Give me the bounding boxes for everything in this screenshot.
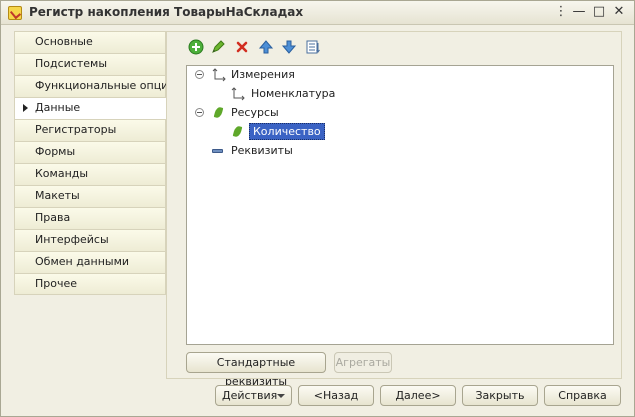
tree-node-label: Ресурсы <box>231 106 279 119</box>
maximize-icon[interactable]: □ <box>591 4 607 20</box>
minimize-icon[interactable]: — <box>571 4 587 20</box>
tab-label: Формы <box>35 145 76 158</box>
help-button[interactable]: Справка <box>544 385 621 406</box>
tree-node-quantity[interactable]: Количество <box>187 123 587 141</box>
dimension-axis-icon <box>231 87 245 101</box>
tab-rights[interactable]: Права <box>14 207 166 229</box>
tree-node-label: Реквизиты <box>231 144 293 157</box>
back-button[interactable]: <Назад <box>298 385 374 406</box>
tree-node-nomenclature[interactable]: Номенклатура <box>187 85 587 103</box>
tab-label: Команды <box>35 167 89 180</box>
sort-list-icon[interactable] <box>305 39 323 57</box>
tab-label: Интерфейсы <box>35 233 109 246</box>
tree-node-label: Номенклатура <box>251 87 336 100</box>
tree-node-resources[interactable]: Ресурсы <box>187 104 587 122</box>
chevron-down-icon <box>277 394 285 398</box>
tab-commands[interactable]: Команды <box>14 163 166 185</box>
edit-icon[interactable] <box>210 39 228 57</box>
tab-subsystems[interactable]: Подсистемы <box>14 53 166 75</box>
tab-data[interactable]: Данные <box>14 97 167 119</box>
move-down-icon[interactable] <box>281 39 299 57</box>
resource-icon <box>213 106 224 119</box>
section-tabs: Основные Подсистемы Функциональные опции… <box>14 31 175 295</box>
dimension-axis-icon <box>212 68 226 82</box>
close-icon[interactable]: ✕ <box>611 4 627 20</box>
tab-interfaces[interactable]: Интерфейсы <box>14 229 166 251</box>
resource-icon <box>232 125 243 138</box>
tab-label: Функциональные опции <box>35 79 176 92</box>
move-up-icon[interactable] <box>258 39 276 57</box>
collapse-toggle-icon[interactable] <box>195 70 204 79</box>
tab-label: Обмен данными <box>35 255 130 268</box>
tab-label: Прочее <box>35 277 78 290</box>
actions-menu-button[interactable]: Действия <box>215 385 292 406</box>
close-button[interactable]: Закрыть <box>462 385 538 406</box>
register-icon <box>8 6 22 20</box>
tree-node-label: Измерения <box>231 68 295 81</box>
tab-registrators[interactable]: Регистраторы <box>14 119 166 141</box>
tab-label: Подсистемы <box>35 57 108 70</box>
data-structure-tree[interactable]: Измерения Номенклатура Ресурсы Количеств… <box>186 65 614 345</box>
active-tab-arrow-icon <box>23 104 28 112</box>
tab-label: Макеты <box>35 189 80 202</box>
tree-node-dimensions[interactable]: Измерения <box>187 66 587 84</box>
collapse-toggle-icon[interactable] <box>195 108 204 117</box>
tab-other[interactable]: Прочее <box>14 273 166 295</box>
delete-icon[interactable] <box>234 39 252 57</box>
tab-label: Данные <box>35 101 81 114</box>
window-title: Регистр накопления ТоварыНаСкладах <box>29 5 304 19</box>
more-menu-icon[interactable]: ⋮ <box>553 4 569 20</box>
tab-label: Основные <box>35 35 93 48</box>
aggregates-button[interactable]: Агрегаты <box>334 352 392 373</box>
register-window: Регистр накопления ТоварыНаСкладах ⋮ — □… <box>0 0 635 417</box>
title-bar: Регистр накопления ТоварыНаСкладах ⋮ — □… <box>1 1 634 25</box>
tab-functional-options[interactable]: Функциональные опции <box>14 75 175 97</box>
tab-templates[interactable]: Макеты <box>14 185 166 207</box>
tree-node-attributes[interactable]: Реквизиты <box>187 142 587 160</box>
tab-basic[interactable]: Основные <box>14 31 166 53</box>
tab-label: Права <box>35 211 71 224</box>
tab-forms[interactable]: Формы <box>14 141 166 163</box>
attribute-icon <box>212 149 223 153</box>
next-button[interactable]: Далее> <box>380 385 456 406</box>
actions-label: Действия <box>222 389 278 402</box>
tab-label: Регистраторы <box>35 123 117 136</box>
selected-node-label: Количество <box>249 123 325 140</box>
add-icon[interactable] <box>188 39 206 57</box>
tab-data-exchange[interactable]: Обмен данными <box>14 251 166 273</box>
standard-attributes-button[interactable]: Стандартные реквизиты <box>186 352 326 388</box>
